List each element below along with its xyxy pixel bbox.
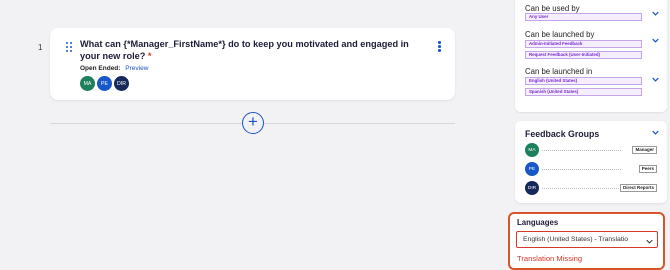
survey-canvas: 1 What can {*Manager_FirstName*} do to k… xyxy=(0,0,500,270)
feedback-groups-card: Feedback Groups MA Manager PE Peers DIR … xyxy=(515,121,667,203)
avatar: PE xyxy=(525,162,539,176)
translation-error: Translation Missing xyxy=(517,254,583,263)
audience-avatars: MA PE DIR xyxy=(80,76,129,91)
tag-request-feedback: Request Feedback (User-Initiated) xyxy=(525,51,642,59)
launched-in-title: Can be launched in xyxy=(525,67,593,76)
role-label: Manager xyxy=(632,146,657,154)
chevron-down-icon[interactable] xyxy=(652,10,659,17)
language-select-value: English (United States) - Translatio xyxy=(523,236,629,243)
role-label: Peers xyxy=(638,165,657,173)
feedback-group-row: MA Manager xyxy=(525,143,657,157)
role-label: Direct Reports xyxy=(619,184,657,192)
dotted-leader xyxy=(542,150,621,151)
question-text: What can {*Manager_FirstName*} do to kee… xyxy=(80,38,420,62)
languages-title: Languages xyxy=(517,218,559,227)
feedback-group-row: PE Peers xyxy=(525,162,657,176)
chevron-down-icon[interactable] xyxy=(652,76,659,83)
chevron-down-icon[interactable] xyxy=(652,37,659,44)
launched-by-title: Can be launched by xyxy=(525,30,595,39)
chevron-down-icon[interactable] xyxy=(652,129,659,136)
drag-handle-icon[interactable] xyxy=(66,42,72,52)
preview-link[interactable]: Preview xyxy=(125,65,148,72)
dotted-leader xyxy=(542,169,621,170)
used-by-title: Can be used by xyxy=(525,4,580,13)
tag-english: English (United States) xyxy=(525,77,642,85)
avatar: DIR xyxy=(525,181,539,195)
chevron-down-icon xyxy=(646,236,653,244)
feedback-group-row: DIR Direct Reports xyxy=(525,181,657,195)
dotted-leader xyxy=(542,188,621,189)
question-text-body: What can {*Manager_FirstName*} do to kee… xyxy=(80,39,409,61)
question-meta: Open Ended: Preview xyxy=(80,65,148,72)
question-number: 1 xyxy=(38,43,43,52)
language-select[interactable]: English (United States) - Translatio xyxy=(516,231,658,248)
languages-section: Languages English (United States) - Tran… xyxy=(508,212,665,270)
settings-card: Can be used by Any User Can be launched … xyxy=(515,0,667,112)
tag-spanish: Spanish (United States) xyxy=(525,88,642,96)
avatar: DIR xyxy=(114,76,129,91)
more-options-icon[interactable] xyxy=(438,41,441,52)
question-type-label: Open Ended: xyxy=(80,65,121,72)
feedback-groups-title: Feedback Groups xyxy=(525,129,600,139)
avatar: PE xyxy=(97,76,112,91)
tag-admin-initiated: Admin-Initiated Feedback xyxy=(525,40,642,48)
add-question-button[interactable]: + xyxy=(242,112,264,134)
avatar: MA xyxy=(525,143,539,157)
question-card[interactable]: What can {*Manager_FirstName*} do to kee… xyxy=(50,28,455,100)
required-mark: * xyxy=(147,51,152,61)
tag-any-user: Any User xyxy=(525,13,642,21)
avatar: MA xyxy=(80,76,95,91)
